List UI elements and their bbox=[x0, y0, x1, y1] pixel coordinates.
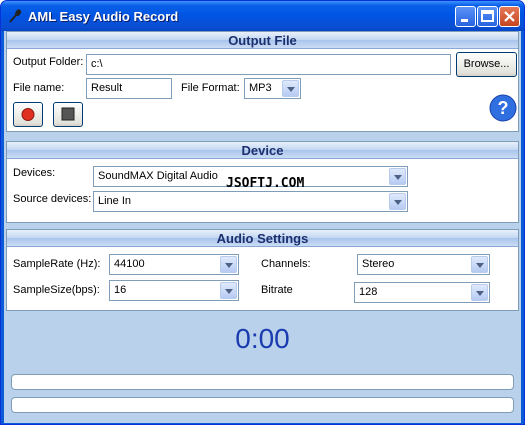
bitrate-select[interactable]: 128 bbox=[354, 282, 490, 303]
help-icon[interactable]: ? bbox=[488, 93, 518, 123]
channels-select[interactable]: Stereo bbox=[357, 254, 490, 275]
record-icon bbox=[21, 108, 35, 121]
samplesize-label: SampleSize(bps): bbox=[13, 284, 100, 296]
bitrate-value: 128 bbox=[359, 286, 378, 298]
chevron-down-icon bbox=[389, 168, 406, 185]
chevron-down-icon bbox=[389, 193, 406, 210]
bitrate-label: Bitrate bbox=[261, 284, 293, 296]
client-area: Output File Output Folder: c:\ Browse...… bbox=[4, 31, 521, 423]
output-folder-input[interactable]: c:\ bbox=[86, 54, 451, 75]
source-devices-select[interactable]: Line In bbox=[93, 191, 408, 212]
chevron-down-icon bbox=[471, 256, 488, 273]
file-format-label: File Format: bbox=[181, 82, 240, 94]
device-header: Device bbox=[7, 142, 518, 159]
channels-value: Stereo bbox=[362, 258, 395, 270]
samplesize-select[interactable]: 16 bbox=[109, 280, 239, 301]
devices-value: SoundMAX Digital Audio bbox=[98, 170, 218, 182]
svg-text:?: ? bbox=[498, 98, 509, 118]
chevron-down-icon bbox=[471, 284, 488, 301]
microphone-icon bbox=[9, 9, 22, 23]
stop-icon bbox=[61, 107, 75, 121]
maximize-icon bbox=[481, 10, 494, 22]
samplerate-value: 44100 bbox=[114, 258, 145, 270]
chevron-down-icon bbox=[282, 80, 299, 97]
audio-settings-group: Audio Settings SampleRate (Hz): 44100 Ch… bbox=[6, 229, 519, 311]
window-title: AML Easy Audio Record bbox=[28, 9, 179, 24]
elapsed-time: 0:00 bbox=[235, 323, 290, 354]
file-format-select[interactable]: MP3 bbox=[244, 78, 301, 99]
minimize-button[interactable] bbox=[455, 6, 476, 27]
source-devices-value: Line In bbox=[98, 195, 132, 207]
maximize-button[interactable] bbox=[477, 6, 498, 27]
chevron-down-icon bbox=[220, 256, 237, 273]
close-icon bbox=[504, 11, 515, 22]
app-window: AML Easy Audio Record Output File Output… bbox=[0, 0, 525, 425]
file-format-value: MP3 bbox=[249, 82, 272, 94]
file-name-input[interactable]: Result bbox=[86, 78, 172, 99]
stop-button[interactable] bbox=[53, 102, 83, 127]
chevron-down-icon bbox=[220, 282, 237, 299]
devices-label: Devices: bbox=[13, 167, 56, 179]
browse-button[interactable]: Browse... bbox=[456, 52, 517, 77]
close-button[interactable] bbox=[499, 6, 520, 27]
progress-bar-1 bbox=[11, 374, 514, 390]
record-button[interactable] bbox=[13, 102, 43, 127]
output-file-group: Output File Output Folder: c:\ Browse...… bbox=[6, 31, 519, 132]
file-name-label: File name: bbox=[13, 82, 65, 94]
output-folder-label: Output Folder: bbox=[13, 56, 84, 68]
watermark-text: JSOFTJ.COM bbox=[226, 176, 305, 191]
samplerate-label: SampleRate (Hz): bbox=[13, 258, 101, 270]
output-file-header: Output File bbox=[7, 32, 518, 49]
samplesize-value: 16 bbox=[114, 284, 127, 296]
title-bar[interactable]: AML Easy Audio Record bbox=[1, 1, 524, 31]
source-devices-label: Source devices: bbox=[13, 193, 92, 205]
channels-label: Channels: bbox=[261, 258, 311, 270]
progress-bar-2 bbox=[11, 397, 514, 413]
minimize-icon bbox=[461, 19, 468, 22]
samplerate-select[interactable]: 44100 bbox=[109, 254, 239, 275]
audio-settings-header: Audio Settings bbox=[7, 230, 518, 247]
